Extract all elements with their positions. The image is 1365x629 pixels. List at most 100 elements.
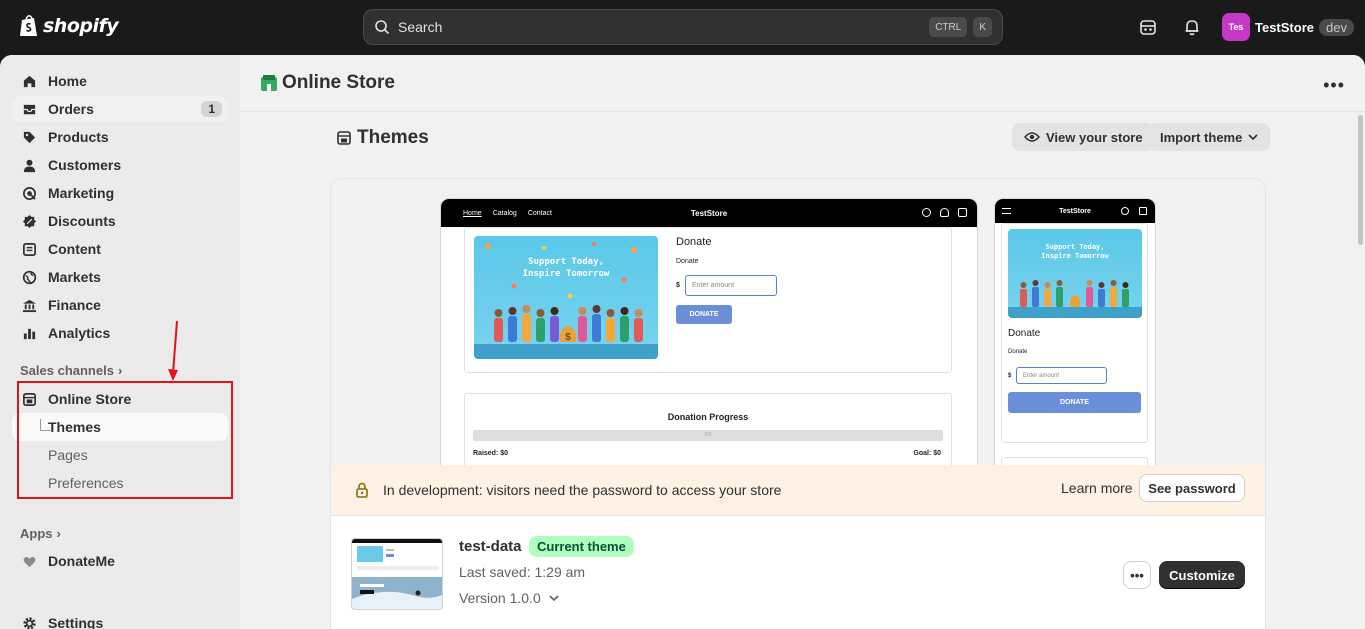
mobile-donation-illustration: Support Today, Inspire Tomorrow — [1008, 229, 1142, 318]
search-icon — [375, 20, 390, 35]
import-theme-label: Import theme — [1160, 129, 1243, 145]
search-label: Search — [398, 19, 443, 35]
progress-bar: 0/0 — [473, 430, 943, 441]
sidebar-item-donateme[interactable]: DonateMe — [12, 548, 228, 574]
store-name: TestStore — [1255, 19, 1314, 35]
sidebar-item-orders[interactable]: Orders 1 — [12, 96, 228, 122]
mobile-preview: TestStore Support Today, Inspire Tomorro… — [995, 199, 1155, 465]
people-illustration: $ — [474, 242, 658, 359]
sidebar-item-analytics[interactable]: Analytics — [12, 320, 228, 346]
dev-notice-text: In development: visitors need the passwo… — [383, 482, 782, 498]
version-dropdown[interactable]: Version 1.0.0 — [459, 590, 559, 606]
preview-header: Home Catalog Contact TestStore — [441, 199, 977, 227]
current-theme-badge: Current theme — [529, 536, 634, 557]
donation-illustration: Support Today, Inspire Tomorrow $ — [474, 236, 658, 359]
mobile-donate-subheading: Donate — [1008, 349, 1028, 355]
view-store-label: View your store — [1046, 129, 1143, 145]
sales-channels-heading[interactable]: Sales channels › — [20, 363, 122, 378]
person-icon — [23, 159, 36, 172]
see-password-button[interactable]: See password — [1139, 474, 1245, 502]
discount-icon — [22, 214, 37, 228]
preview-header-icons — [922, 208, 967, 217]
sidebar-item-label: Markets — [48, 269, 101, 285]
sales-channels-label: Sales channels — [20, 363, 114, 378]
sidebar-item-label: Settings — [48, 615, 104, 629]
import-theme-button[interactable]: Import theme — [1148, 123, 1271, 151]
themes-heading: Themes — [337, 127, 429, 149]
search-bar[interactable]: Search CTRL K — [363, 9, 1003, 45]
scrollbar[interactable] — [1358, 115, 1363, 245]
content-icon — [23, 242, 36, 256]
bell-icon[interactable] — [1182, 17, 1202, 37]
theme-thumbnail-image — [352, 539, 442, 609]
progress-value: 0/0 — [704, 432, 712, 438]
store-account-menu[interactable]: Tes TestStore dev — [1222, 13, 1354, 41]
preview-menu-icon — [1002, 208, 1011, 214]
theme-more-actions-button[interactable]: ••• — [1123, 561, 1151, 589]
page-title: Online Store — [282, 72, 395, 93]
sidebar-item-finance[interactable]: Finance — [12, 292, 228, 318]
avatar: Tes — [1222, 13, 1250, 41]
theme-thumbnail[interactable] — [351, 538, 443, 610]
raised-amount: Raised: $0 — [473, 450, 509, 457]
orders-icon — [23, 104, 36, 114]
sidebar-item-label: Content — [48, 241, 101, 257]
version-text: Version 1.0.0 — [459, 590, 541, 606]
sidebar-item-label: Customers — [48, 157, 122, 173]
sidebar-item-content[interactable]: Content — [12, 236, 228, 262]
dev-notice-banner: In development: visitors need the passwo… — [331, 465, 1265, 515]
sidebar-item-discounts[interactable]: Discounts — [12, 208, 228, 234]
chevron-right-icon: › — [56, 526, 61, 541]
learn-more-link[interactable]: Learn more — [1061, 480, 1133, 496]
chart-icon — [23, 328, 36, 339]
mobile-donate-button: DONATE — [1008, 392, 1141, 413]
mobile-currency-symbol: $ — [1008, 373, 1012, 379]
desktop-preview: Home Catalog Contact TestStore Support T… — [441, 199, 977, 465]
lock-icon — [356, 482, 368, 498]
last-saved-text: Last saved: 1:29 am — [459, 564, 586, 580]
preview-search-icon — [1121, 207, 1129, 215]
shopify-bag-icon — [20, 15, 37, 36]
sidebar-item-customers[interactable]: Customers — [12, 152, 228, 178]
sidebar-item-home[interactable]: Home — [12, 68, 228, 94]
tag-icon — [23, 131, 36, 143]
donate-subheading: Donate — [676, 258, 699, 265]
orders-count-badge: 1 — [201, 101, 222, 117]
theme-card: Home Catalog Contact TestStore Support T… — [330, 178, 1266, 629]
view-store-button[interactable]: View your store — [1012, 123, 1155, 151]
preview-search-icon — [922, 208, 931, 217]
mobile-donation-block: Support Today, Inspire Tomorrow Donate D… — [1001, 223, 1148, 443]
section-title: Themes — [357, 127, 429, 148]
preview-donate-button: DONATE — [676, 305, 732, 324]
sidebar-item-label: Discounts — [48, 213, 116, 229]
mobile-donate-heading: Donate — [1008, 328, 1041, 339]
currency-symbol: $ — [676, 282, 680, 289]
chevron-down-icon — [1248, 134, 1258, 141]
preview-account-icon — [940, 208, 949, 217]
sidebar-item-settings[interactable]: Settings — [12, 610, 228, 629]
app-heart-icon — [23, 556, 36, 567]
annotation-arrow — [168, 321, 178, 381]
sidebar-item-markets[interactable]: Markets — [12, 264, 228, 290]
sidebar-item-products[interactable]: Products — [12, 124, 228, 150]
shopify-wordmark: shopify — [43, 15, 119, 37]
mobile-progress-block — [1001, 457, 1148, 465]
sidebar-item-marketing[interactable]: Marketing — [12, 180, 228, 206]
donation-block: Support Today, Inspire Tomorrow $ Donate… — [464, 227, 952, 373]
home-icon — [23, 75, 36, 87]
main-content: Online Store ••• Themes View your store … — [240, 55, 1365, 629]
apps-label: Apps — [20, 526, 53, 541]
page-more-actions-icon[interactable]: ••• — [1323, 75, 1345, 96]
preview-cart-icon — [958, 208, 967, 217]
eye-icon — [1024, 132, 1040, 142]
shortcut-key-k: K — [973, 17, 992, 37]
sidebar: Home Orders 1 Products Customers Marketi… — [0, 55, 240, 629]
store-switcher-icon[interactable] — [1138, 17, 1158, 37]
online-store-app-icon — [261, 75, 277, 91]
shopify-logo[interactable]: shopify — [19, 14, 119, 38]
chevron-right-icon: › — [117, 363, 123, 378]
svg-text:$: $ — [565, 332, 571, 343]
apps-heading[interactable]: Apps › — [20, 526, 61, 541]
customize-button[interactable]: Customize — [1159, 561, 1245, 589]
theme-preview[interactable]: Home Catalog Contact TestStore Support T… — [331, 179, 1265, 465]
